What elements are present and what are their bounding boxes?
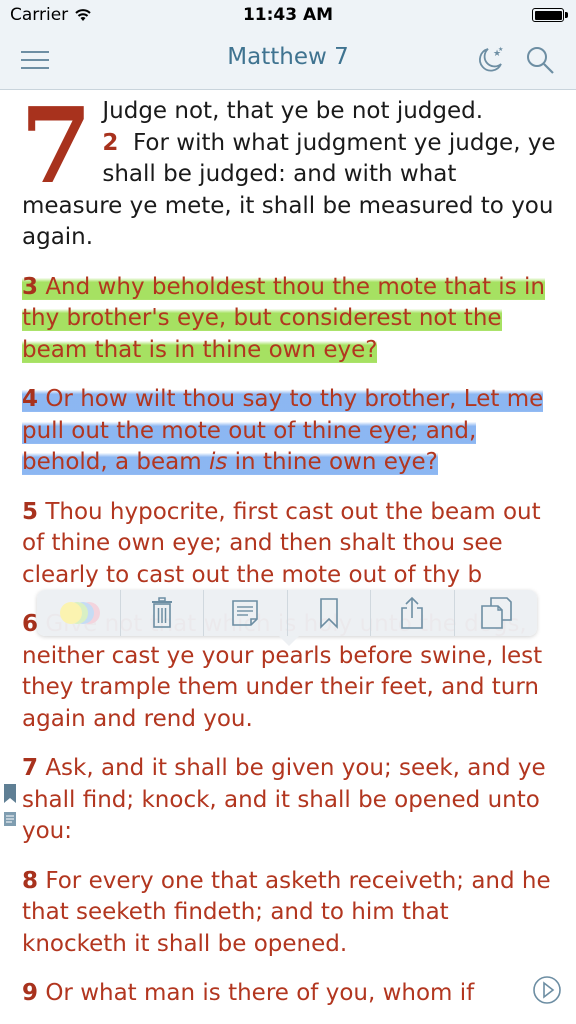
night-mode-icon: ★ ★ — [479, 46, 503, 72]
verse-text: Ask, and it shall be given you; seek, an… — [22, 755, 546, 844]
verse-number: 4 — [22, 386, 39, 412]
night-mode-button[interactable]: ★ ★ — [470, 40, 510, 80]
verse-9[interactable]: 9 Or what man is there of you, whom if — [0, 978, 576, 1010]
note-icon — [232, 600, 259, 626]
copy-button[interactable] — [455, 590, 538, 636]
verse-number: 8 — [22, 867, 39, 894]
highlight-colors-button[interactable] — [37, 590, 121, 636]
verse-number: 7 — [22, 755, 39, 781]
verse-number: 3 — [22, 273, 39, 300]
chapter-content[interactable]: 7 Judge not, that ye be not judged. 2 Fo… — [0, 90, 576, 1024]
battery-icon — [532, 8, 568, 22]
share-icon — [401, 596, 424, 629]
verse-highlight-green: 3 And why beholdest thou the mote that i… — [22, 273, 545, 363]
verse-2[interactable]: 2 For with what judgment ye judge, ye sh… — [22, 128, 556, 254]
verse-7[interactable]: 7 Ask, and it shall be given you; seek, … — [0, 753, 576, 848]
chapter-number: 7 — [20, 90, 93, 207]
highlight-colors-icon — [60, 602, 101, 624]
chapter-intro: 7 Judge not, that ye be not judged. 2 Fo… — [0, 90, 576, 254]
nav-bar: Matthew 7 ★ ★ — [0, 30, 576, 90]
share-button[interactable] — [371, 590, 455, 636]
verse-text: Judge not, that ye be not judged. — [102, 98, 484, 124]
verse-text: Thou hypocrite, first cast out the beam … — [22, 498, 541, 588]
verse-text-italic: is — [208, 449, 228, 475]
delete-button[interactable] — [121, 590, 204, 636]
delete-icon — [151, 597, 172, 628]
verse-number: 6 — [22, 611, 39, 637]
verse-text: And why beholdest thou the mote that is … — [22, 273, 545, 363]
status-bar: Carrier 11:43 AM — [0, 0, 576, 30]
verse-4[interactable]: 4 Or how wilt thou say to thy brother, L… — [0, 384, 576, 479]
verse-number: 5 — [22, 498, 39, 525]
verse-5[interactable]: 5 Thou hypocrite, first cast out the bea… — [0, 497, 576, 592]
bookmark-marker-icon — [4, 784, 16, 803]
verse-text: Or what man is there of you, whom if — [45, 980, 475, 1006]
status-time: 11:43 AM — [242, 5, 334, 25]
bookmark-button[interactable] — [288, 590, 371, 636]
verse-1[interactable]: Judge not, that ye be not judged. — [22, 96, 556, 128]
verse-7-margin-marks[interactable] — [3, 783, 17, 831]
audio-play-button[interactable] — [532, 975, 562, 1005]
verse-text: For every one that asketh receiveth; and… — [22, 867, 551, 957]
svg-text:★: ★ — [498, 46, 503, 53]
search-button[interactable] — [520, 40, 560, 80]
note-button[interactable] — [204, 590, 288, 636]
verse-text: in thine own eye? — [234, 449, 438, 475]
verse-3[interactable]: 3 And why beholdest thou the mote that i… — [0, 272, 576, 367]
copy-icon — [480, 597, 512, 629]
toolbar-pointer — [279, 636, 299, 646]
search-icon — [527, 47, 554, 74]
note-marker-icon — [4, 812, 16, 826]
verse-highlight-blue: 4 Or how wilt thou say to thy brother, L… — [22, 386, 544, 475]
play-icon — [533, 976, 561, 1004]
verse-number: 2 — [102, 129, 119, 156]
verse-action-toolbar — [37, 590, 537, 636]
verse-number: 9 — [22, 980, 39, 1006]
verse-8[interactable]: 8 For every one that asketh receiveth; a… — [0, 866, 576, 961]
bookmark-icon — [319, 598, 338, 629]
